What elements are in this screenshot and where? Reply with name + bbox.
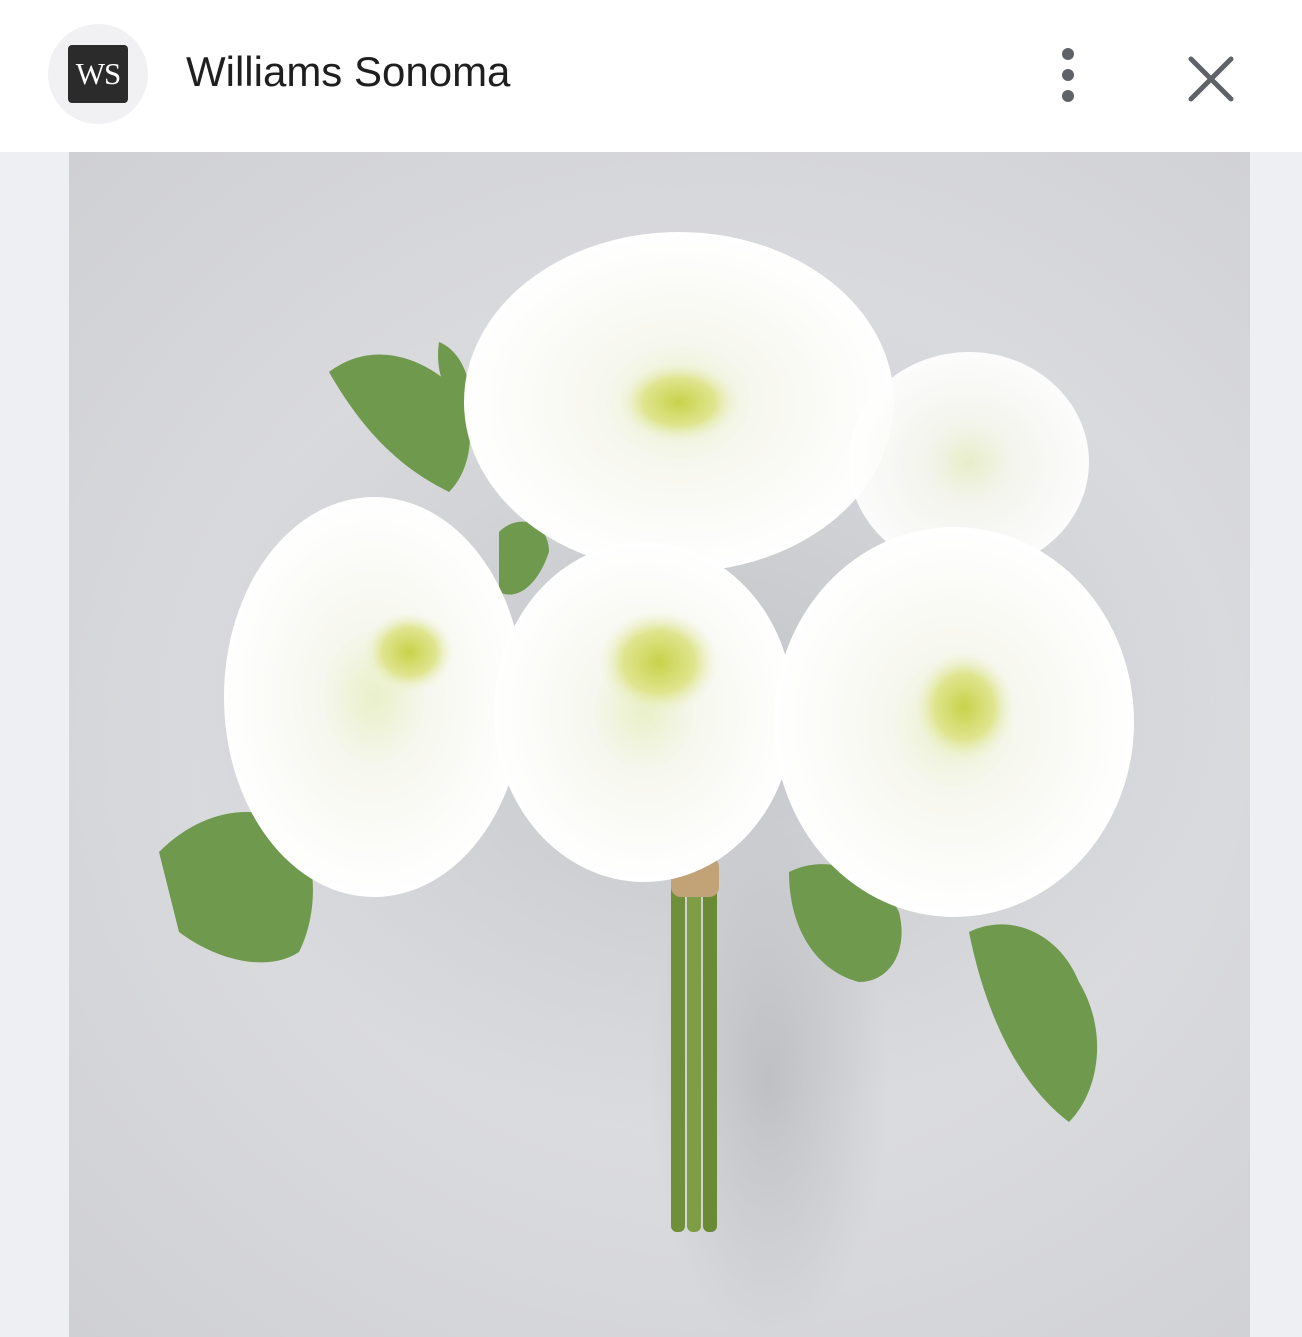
williams-sonoma-logo: WS (68, 45, 128, 103)
flower-right (774, 527, 1134, 917)
stems (671, 857, 719, 1232)
more-vertical-icon-dot (1062, 90, 1074, 102)
flower-top (464, 232, 894, 572)
product-image[interactable] (69, 152, 1250, 1337)
flower-left (224, 497, 524, 897)
more-options-button[interactable] (1044, 40, 1092, 110)
flower-bouquet-illustration (159, 232, 1229, 1337)
avatar[interactable]: WS (48, 24, 148, 124)
more-vertical-icon (1062, 48, 1074, 60)
flower-center (494, 542, 794, 882)
close-icon (1188, 56, 1234, 102)
close-button[interactable] (1176, 44, 1246, 114)
header-bar: WS Williams Sonoma (0, 0, 1302, 152)
more-vertical-icon-dot (1062, 69, 1074, 81)
site-title: Williams Sonoma (186, 48, 511, 95)
